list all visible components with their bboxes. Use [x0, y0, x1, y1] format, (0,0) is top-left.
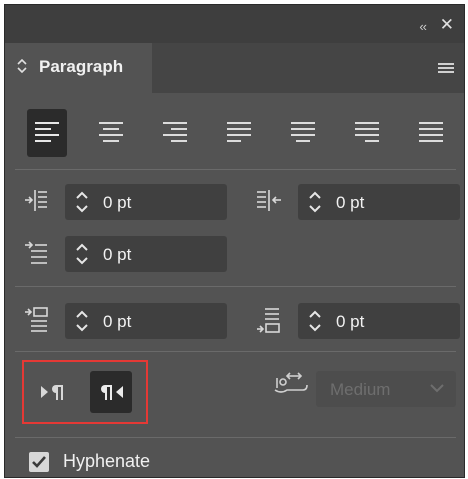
space-before-value[interactable]: 0 pt: [103, 312, 131, 332]
space-after-field[interactable]: 0 pt: [298, 303, 460, 339]
space-after-icon: [257, 308, 280, 333]
align-center-button[interactable]: [91, 109, 131, 157]
space-before-icon: [25, 307, 48, 332]
right-indent-icon: [257, 190, 281, 211]
justify-last-center-button[interactable]: [283, 109, 323, 157]
right-indent-value[interactable]: 0 pt: [336, 193, 364, 213]
hamburger-menu-icon[interactable]: [438, 63, 454, 73]
panel-tab-row: Paragraph: [5, 43, 464, 93]
align-left-icon: [35, 122, 59, 142]
kashida-select[interactable]: Medium: [316, 371, 456, 407]
align-left-button[interactable]: [27, 109, 67, 157]
divider: [15, 169, 456, 170]
first-line-indent-value[interactable]: 0 pt: [103, 245, 131, 265]
chevron-updown-icon[interactable]: [17, 58, 27, 74]
align-right-button[interactable]: [155, 109, 195, 157]
stepper-arrows-icon[interactable]: [75, 309, 89, 333]
align-center-icon: [99, 122, 123, 142]
close-panel-icon[interactable]: ✕: [440, 15, 454, 35]
stepper-arrows-icon[interactable]: [75, 242, 89, 266]
space-after-value[interactable]: 0 pt: [336, 312, 364, 332]
checkmark-icon: [32, 456, 46, 468]
rtl-paragraph-icon: [101, 385, 123, 400]
hyphenate-label: Hyphenate: [63, 451, 151, 471]
stepper-arrows-icon[interactable]: [75, 190, 89, 214]
justify-last-left-icon: [227, 122, 251, 142]
rtl-direction-button[interactable]: [90, 371, 132, 413]
stepper-arrows-icon[interactable]: [308, 190, 322, 214]
left-indent-field[interactable]: 0 pt: [65, 184, 227, 220]
left-indent-value[interactable]: 0 pt: [103, 193, 131, 213]
kashida-value: Medium: [330, 380, 391, 399]
justify-last-center-icon: [291, 122, 315, 142]
tab-paragraph[interactable]: Paragraph: [5, 43, 152, 93]
collapse-panel-icon[interactable]: ‹‹: [419, 19, 427, 34]
panel-titlebar: ‹‹ ✕: [5, 5, 464, 43]
hyphenate-checkbox[interactable]: [29, 452, 49, 472]
divider: [15, 437, 456, 438]
tab-label: Paragraph: [39, 57, 124, 76]
justify-last-right-icon: [355, 122, 379, 142]
first-line-indent-field[interactable]: 0 pt: [65, 236, 227, 272]
right-indent-field[interactable]: 0 pt: [298, 184, 460, 220]
paragraph-panel: ‹‹ ✕ Paragraph 0 pt 0 pt 0 pt 0 pt 0 pt …: [4, 4, 465, 478]
divider: [15, 286, 456, 287]
align-right-icon: [163, 122, 187, 142]
justify-last-right-button[interactable]: [347, 109, 387, 157]
justify-all-icon: [419, 122, 443, 142]
alignment-button-group: [27, 109, 464, 159]
divider: [15, 351, 456, 352]
kashida-icon: [274, 372, 308, 393]
justify-all-button[interactable]: [411, 109, 451, 157]
space-before-field[interactable]: 0 pt: [65, 303, 227, 339]
ltr-direction-button[interactable]: [31, 371, 73, 413]
stepper-arrows-icon[interactable]: [308, 309, 322, 333]
justify-last-left-button[interactable]: [219, 109, 259, 157]
paragraph-direction-group: [22, 360, 148, 424]
first-line-indent-icon: [25, 241, 47, 264]
chevron-down-icon: [430, 384, 444, 393]
ltr-paragraph-icon: [41, 385, 63, 400]
left-indent-icon: [25, 190, 47, 211]
